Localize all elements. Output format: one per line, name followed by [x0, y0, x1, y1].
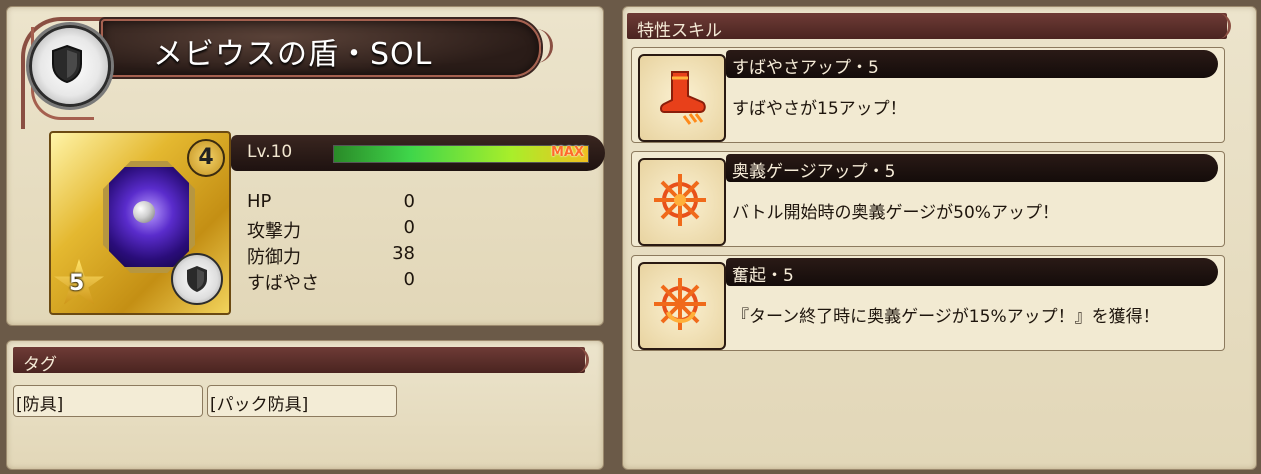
stat-value: 0 [403, 191, 415, 212]
skill-title: 奮起・5 [732, 266, 794, 286]
item-detail-panel: メビウスの盾・SOL 4 5 Lv.10 MAX HP 0 攻撃力 0 防御力 … [6, 6, 605, 326]
card-shield-icon [171, 253, 223, 305]
pearl-orb [133, 201, 155, 223]
skills-panel: 特性スキル すばやさアップ・5 すばやさが15アップ！ 奥義ゲージアップ・5 バ… [622, 6, 1257, 470]
sun-rune-icon [638, 262, 726, 350]
sun-rune-icon [638, 158, 726, 246]
level-progress-fill [334, 146, 588, 162]
skill-card[interactable]: 奥義ゲージアップ・5 バトル開始時の奥義ゲージが50%アップ！ [631, 151, 1225, 247]
tags-panel: タグ [防具] [パック防具] [6, 340, 604, 470]
shield-category-icon [29, 25, 111, 107]
level-progress-bar: MAX [333, 145, 589, 163]
tags-header: タグ [13, 347, 589, 375]
stat-label: すばやさ [247, 273, 319, 294]
skill-description: すばやさが15アップ！ [732, 99, 907, 119]
rarity-star-count: 5 [69, 271, 85, 296]
level-label: Lv.10 [247, 142, 293, 162]
item-name-banner: メビウスの盾・SOL [101, 19, 553, 77]
stat-value: 0 [403, 269, 415, 290]
tag-item[interactable]: [防具] [13, 385, 203, 417]
skill-title-bar: 奥義ゲージアップ・5 [726, 154, 1218, 182]
skill-title: すばやさアップ・5 [732, 58, 879, 78]
skills-title: 特性スキル [637, 21, 722, 41]
skill-title-bar: すばやさアップ・5 [726, 50, 1218, 78]
stats-list: HP 0 攻撃力 0 防御力 38 すばやさ 0 [247, 189, 427, 294]
header-curl-ornament [1202, 13, 1231, 39]
skill-description: バトル開始時の奥義ゲージが50%アップ！ [732, 203, 1059, 223]
skill-card[interactable]: すばやさアップ・5 すばやさが15アップ！ [631, 47, 1225, 143]
item-card-image: 4 5 [49, 131, 231, 315]
stat-row-hp: HP 0 [247, 189, 427, 215]
stat-label: HP [247, 191, 272, 212]
header-curl-ornament [560, 347, 589, 373]
skill-description: 『ターン終了時に奥義ゲージが15%アップ！』を獲得！ [732, 307, 1160, 327]
stat-label: 攻撃力 [247, 221, 301, 242]
stat-value: 0 [403, 217, 415, 238]
level-row: Lv.10 MAX [231, 135, 605, 171]
level-max-label: MAX [550, 145, 584, 160]
skill-title-bar: 奮起・5 [726, 258, 1218, 286]
boot-icon [638, 54, 726, 142]
card-level-badge: 4 [187, 139, 225, 177]
stat-label: 防御力 [247, 247, 301, 268]
item-name: メビウスの盾・SOL [153, 37, 433, 72]
tags-title: タグ [23, 355, 57, 375]
skill-title: 奥義ゲージアップ・5 [732, 162, 896, 182]
stat-row-attack: 攻撃力 0 [247, 215, 427, 242]
tag-item[interactable]: [パック防具] [207, 385, 397, 417]
stat-row-defense: 防御力 38 [247, 241, 427, 268]
skill-card[interactable]: 奮起・5 『ターン終了時に奥義ゲージが15%アップ！』を獲得！ [631, 255, 1225, 351]
skills-header: 特性スキル [627, 13, 1231, 41]
stat-value: 38 [392, 243, 415, 264]
stat-row-speed: すばやさ 0 [247, 267, 427, 294]
